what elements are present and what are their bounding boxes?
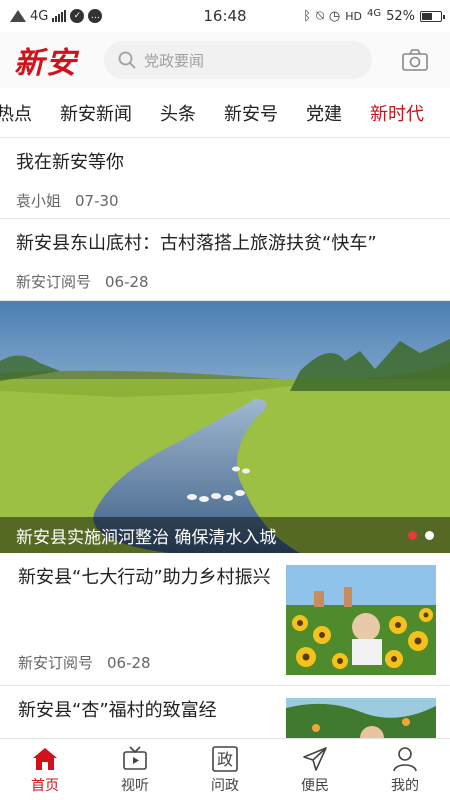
nav-video-label: 视听 [121,777,149,794]
government-affairs-icon: 政 [212,745,238,772]
chat-icon: … [88,9,103,23]
send-icon [303,746,327,771]
alarm-icon: ◷ [328,8,341,24]
sunflower-thumbnail [286,565,436,675]
item-date: 06-28 [105,273,149,291]
item-title: 新安县“杏”福村的致富经 [18,700,217,721]
mute-icon: ⍉ [316,8,324,24]
network-label: 4G [30,8,49,24]
news-feed: 我在新安等你 袁小姐 07-30 新安县东山底村：古村落搭上旅游扶贫“快车” 新安… [0,138,450,738]
search-icon [118,51,136,69]
nav-home-label: 首页 [31,777,59,794]
nav-home[interactable]: 首页 [0,739,90,800]
list-item[interactable]: 我在新安等你 袁小姐 07-30 [0,138,450,219]
nav-ask[interactable]: 政 问政 [180,739,270,800]
tab-hot[interactable]: 热点 [0,100,46,126]
nav-video[interactable]: 视听 [90,739,180,800]
list-item[interactable]: 新安县“七大行动”助力乡村振兴 新安订阅号 06-28 [0,553,450,686]
item-title: 我在新安等你 [16,152,124,173]
nav-service[interactable]: 便民 [270,739,360,800]
carousel-dot[interactable] [425,531,434,540]
carousel-indicator [408,531,434,540]
list-item[interactable]: 新安县“杏”福村的致富经 [0,686,450,738]
hero-carousel[interactable]: 新安县实施涧河整治 确保清水入城 [0,301,450,553]
signal-bars-icon [52,10,67,22]
hd-label: HD [345,9,362,23]
item-meta: 新安订阅号 06-28 [16,271,434,304]
clock: 16:48 [203,7,247,25]
home-icon [33,747,57,770]
item-source: 新安订阅号 [18,654,94,672]
item-source: 新安订阅号 [16,273,92,291]
carousel-dot-active[interactable] [408,531,417,540]
signal-icon [10,10,26,22]
search-placeholder: 党政要闻 [144,51,205,70]
item-meta: 新安订阅号 06-28 [18,652,274,673]
item-date: 07-30 [75,192,119,210]
item-date: 06-28 [107,654,151,672]
tab-xinan-news[interactable]: 新安新闻 [46,100,146,126]
nav-mine[interactable]: 我的 [360,739,450,800]
user-icon [393,746,417,771]
app-header: 新安 党政要闻 [0,32,450,88]
hero-caption: 新安县实施涧河整治 确保清水入城 [0,517,450,553]
item-title: 新安县“七大行动”助力乡村振兴 [18,567,271,588]
battery-percent: 52% [386,8,415,24]
nav-mine-label: 我的 [391,777,419,794]
channel-tabs: 热点 新安新闻 头条 新安号 党建 新时代 [0,88,450,138]
search-input[interactable]: 党政要闻 [104,41,372,79]
nav-ask-label: 问政 [211,777,239,794]
bottom-nav: 首页 视听 政 问政 便民 我的 [0,738,450,800]
list-item[interactable]: 新安县东山底村：古村落搭上旅游扶贫“快车” 新安订阅号 06-28 [0,219,450,301]
camera-icon[interactable] [402,49,428,71]
tab-xinan-account[interactable]: 新安号 [210,100,292,126]
network2-label: 4G [366,7,382,19]
battery-icon [420,10,445,22]
hero-caption-text: 新安县实施涧河整治 确保清水入城 [16,527,277,548]
tab-new-era[interactable]: 新时代 [356,100,438,126]
check-icon: ✓ [70,9,85,23]
tab-headline[interactable]: 头条 [146,100,210,126]
tab-party-building[interactable]: 党建 [292,100,356,126]
item-title: 新安县东山底村：古村落搭上旅游扶贫“快车” [16,233,377,254]
river-landscape-image [0,301,450,553]
app-logo[interactable]: 新安 [0,38,100,82]
item-source: 袁小姐 [16,192,62,210]
nav-service-label: 便民 [301,777,329,794]
bluetooth-icon: ᛒ [303,8,312,24]
ask-glyph: 政 [217,750,233,769]
tv-icon [123,745,147,770]
apricot-thumbnail [286,698,436,738]
status-bar: 4G ✓ … 16:48 ᛒ ⍉ ◷ HD 4G 52% [0,0,450,32]
